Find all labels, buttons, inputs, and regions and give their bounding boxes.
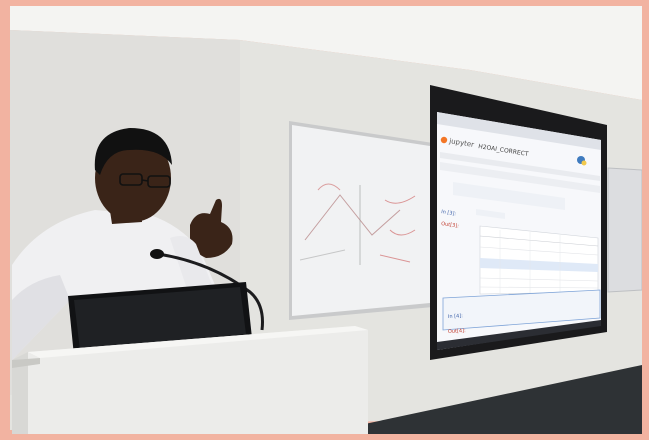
whiteboard xyxy=(289,121,433,320)
jupyter-logo-icon xyxy=(440,136,448,144)
lecture-photo: jupyter H2OAI_CORRECT In [3]: Out[3]: In… xyxy=(0,0,649,440)
python-logo-icon-b xyxy=(581,160,587,166)
side-whiteboard xyxy=(607,167,643,293)
cell-out-2: Out[4]: xyxy=(448,328,466,335)
projection-screen: jupyter H2OAI_CORRECT In [3]: Out[3]: In… xyxy=(430,85,607,360)
cell-in-2: In [4]: xyxy=(448,313,464,320)
dataframe-table xyxy=(479,225,599,295)
microphone-icon xyxy=(150,249,164,259)
